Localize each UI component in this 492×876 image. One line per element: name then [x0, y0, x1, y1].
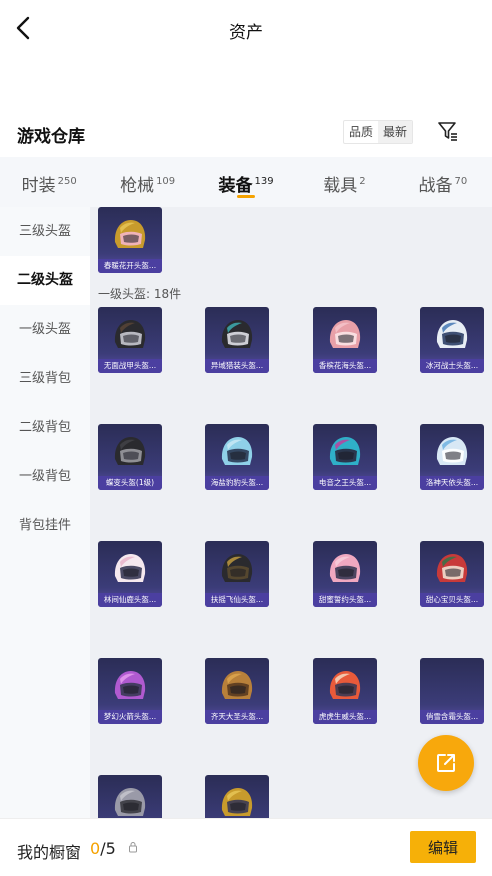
item-name: 甜蜜誓约头盔...: [313, 593, 377, 607]
item-name: 香槟花海头盔...: [313, 359, 377, 373]
section-title: 游戏仓库: [17, 127, 85, 147]
item-card[interactable]: 蝶变头盔(1级): [98, 424, 162, 490]
item-name: 梦幻火箭头盔...: [98, 710, 162, 724]
item-name: 虎虎生威头盔...: [313, 710, 377, 724]
sidebar: 三级头盔 二级头盔 一级头盔 三级背包 二级背包 一级背包 背包挂件: [0, 207, 90, 818]
item-name: 异域猎装头盔...: [205, 359, 269, 373]
item-name: 冰河战士头盔...: [420, 359, 484, 373]
item-card[interactable]: [98, 775, 162, 818]
sort-toggle: 品质 最新: [343, 120, 414, 144]
helmet-icon: [114, 220, 146, 248]
item-card[interactable]: 无面战甲头盔...: [98, 307, 162, 373]
item-name: 电音之王头盔...: [313, 476, 377, 490]
helmet-icon: [436, 437, 468, 465]
helmet-icon: [329, 320, 361, 348]
item-card[interactable]: 甜心宝贝头盔...: [420, 541, 484, 607]
filter-icon[interactable]: [436, 119, 460, 143]
page-title: 资产: [229, 23, 263, 43]
item-name: 洛神天依头盔...: [420, 476, 484, 490]
sidebar-item-level2-backpack[interactable]: 二级背包: [0, 403, 90, 452]
sort-by-quality[interactable]: 品质: [344, 121, 378, 143]
item-card[interactable]: 洛神天依头盔...: [420, 424, 484, 490]
helmet-icon: [114, 320, 146, 348]
sidebar-item-level1-helmet[interactable]: 一级头盔: [0, 305, 90, 354]
share-button[interactable]: [418, 735, 474, 791]
helmet-icon: [329, 671, 361, 699]
sidebar-item-backpack-charm[interactable]: 背包挂件: [0, 501, 90, 550]
helmet-icon: [114, 554, 146, 582]
item-card[interactable]: 梦幻火箭头盔...: [98, 658, 162, 724]
item-card[interactable]: 扶摇飞仙头盔...: [205, 541, 269, 607]
helmet-icon: [436, 554, 468, 582]
item-card[interactable]: 春暖花开头盔...: [98, 207, 162, 273]
helmet-icon: [221, 554, 253, 582]
showcase-label: 我的橱窗: [17, 843, 82, 862]
helmet-icon: [436, 320, 468, 348]
item-name: 齐天大圣头盔...: [205, 710, 269, 724]
tab-gear[interactable]: 战备 70: [394, 157, 492, 207]
helmet-icon: [221, 320, 253, 348]
item-card[interactable]: 林间仙鹿头盔...: [98, 541, 162, 607]
item-name: 无面战甲头盔...: [98, 359, 162, 373]
tab-vehicles[interactable]: 载具 2: [295, 157, 393, 207]
sidebar-item-level2-helmet[interactable]: 二级头盔: [0, 256, 90, 305]
showcase-total: /5: [100, 839, 116, 858]
header: 资产: [0, 0, 492, 58]
item-name: 扶摇飞仙头盔...: [205, 593, 269, 607]
item-card[interactable]: 俏雪含霜头盔...: [420, 658, 484, 724]
tab-count: 139: [254, 176, 274, 188]
item-card[interactable]: [205, 775, 269, 818]
share-external-icon: [437, 754, 455, 772]
tab-count: 2: [359, 176, 366, 188]
sidebar-item-level3-backpack[interactable]: 三级背包: [0, 354, 90, 403]
sidebar-item-level1-backpack[interactable]: 一级背包: [0, 452, 90, 501]
item-card[interactable]: 海盐豹豹头盔...: [205, 424, 269, 490]
item-name: 俏雪含霜头盔...: [420, 710, 484, 724]
showcase-current: 0: [90, 839, 101, 858]
item-name: 春暖花开头盔...: [98, 259, 162, 273]
tab-label: 时装: [21, 176, 56, 196]
helmet-icon: [114, 671, 146, 699]
tab-count: 109: [156, 176, 176, 188]
helmet-icon: [114, 788, 146, 816]
helmet-icon: [221, 437, 253, 465]
page: 资产 游戏仓库 品质 最新 时装 250 枪械 109 装备 139 载具 2 战备 70…: [0, 0, 492, 876]
tab-label: 载具: [323, 176, 358, 196]
tab-label: 装备: [218, 176, 253, 196]
sidebar-item-level3-helmet[interactable]: 三级头盔: [0, 207, 90, 256]
edit-button[interactable]: 编辑: [410, 831, 476, 863]
item-card[interactable]: 齐天大圣头盔...: [205, 658, 269, 724]
item-card[interactable]: 香槟花海头盔...: [313, 307, 377, 373]
tab-fashion[interactable]: 时装 250: [0, 157, 98, 207]
item-name: 林间仙鹿头盔...: [98, 593, 162, 607]
item-card[interactable]: 电音之王头盔...: [313, 424, 377, 490]
helmet-icon: [221, 671, 253, 699]
item-card[interactable]: 虎虎生威头盔...: [313, 658, 377, 724]
group-label: 一级头盔: 18件: [98, 287, 182, 301]
helmet-icon: [329, 437, 361, 465]
helmet-icon: [329, 554, 361, 582]
tab-label: 战备: [418, 176, 453, 196]
helmet-icon: [432, 667, 472, 705]
item-name: 甜心宝贝头盔...: [420, 593, 484, 607]
tab-equipment[interactable]: 装备 139: [197, 157, 295, 207]
tab-label: 枪械: [120, 176, 155, 196]
helmet-icon: [221, 788, 253, 816]
item-grid: 一级头盔: 18件 春暖花开头盔... 无面战甲头盔... 异域猎装头盔... 香槟花…: [90, 207, 492, 818]
item-name: 海盐豹豹头盔...: [205, 476, 269, 490]
showcase-count: 0/5: [90, 839, 116, 858]
helmet-icon: [114, 437, 146, 465]
active-tab-indicator: [237, 195, 256, 198]
tab-guns[interactable]: 枪械 109: [98, 157, 196, 207]
item-name: 蝶变头盔(1级): [98, 476, 162, 490]
sort-by-newest[interactable]: 最新: [378, 121, 413, 143]
bottom-bar: 我的橱窗 0/5 编辑: [0, 818, 492, 876]
item-card[interactable]: 甜蜜誓约头盔...: [313, 541, 377, 607]
tab-count: 250: [57, 176, 77, 188]
tab-count: 70: [454, 176, 468, 188]
category-tabs: 时装 250 枪械 109 装备 139 载具 2 战备 70: [0, 157, 492, 207]
lock-icon: [129, 842, 137, 853]
item-card[interactable]: 异域猎装头盔...: [205, 307, 269, 373]
item-card[interactable]: 冰河战士头盔...: [420, 307, 484, 373]
